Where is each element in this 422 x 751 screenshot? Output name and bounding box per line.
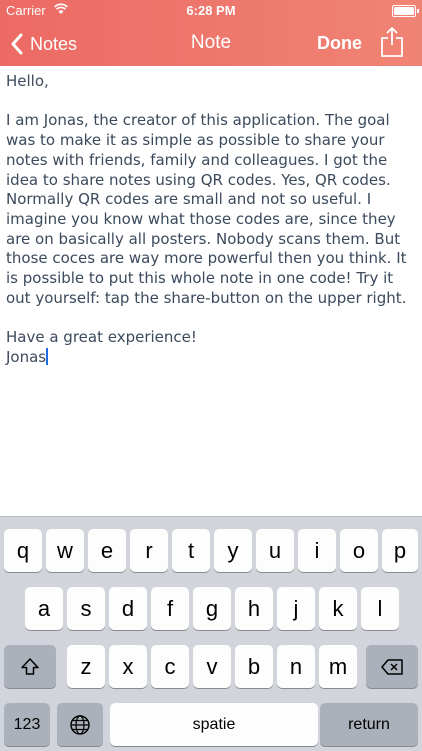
- globe-key[interactable]: [57, 703, 103, 746]
- key-n[interactable]: n: [277, 645, 315, 688]
- key-k[interactable]: k: [319, 587, 357, 630]
- note-text-area[interactable]: Hello, I am Jonas, the creator of this a…: [6, 72, 412, 368]
- status-time: 6:28 PM: [186, 3, 236, 18]
- key-f[interactable]: f: [151, 587, 189, 630]
- navigation-header: Carrier 6:28 PM Notes Note Done: [0, 0, 422, 66]
- status-bar: Carrier 6:28 PM: [0, 0, 422, 22]
- delete-key[interactable]: [366, 645, 418, 688]
- key-c[interactable]: c: [151, 645, 189, 688]
- key-o[interactable]: o: [340, 529, 378, 572]
- battery-icon: [392, 5, 419, 17]
- keyboard-row-4: 123 spatie return: [0, 703, 422, 746]
- text-caret: [46, 347, 48, 365]
- key-l[interactable]: l: [361, 587, 399, 630]
- key-x[interactable]: x: [109, 645, 147, 688]
- key-r[interactable]: r: [130, 529, 168, 572]
- back-label: Notes: [30, 33, 78, 54]
- keyboard-row-1: q w e r t y u i o p: [0, 529, 422, 572]
- back-button[interactable]: Notes: [10, 32, 77, 56]
- key-b[interactable]: b: [235, 645, 273, 688]
- key-i[interactable]: i: [298, 529, 336, 572]
- keyboard: q w e r t y u i o p a s d f g h j k l z …: [0, 516, 422, 751]
- key-d[interactable]: d: [109, 587, 147, 630]
- shift-key[interactable]: [4, 645, 56, 688]
- key-q[interactable]: q: [4, 529, 42, 572]
- done-button[interactable]: Done: [317, 33, 362, 54]
- key-t[interactable]: t: [172, 529, 210, 572]
- space-key[interactable]: spatie: [110, 703, 318, 746]
- keyboard-row-2: a s d f g h j k l: [0, 587, 422, 630]
- shift-arrow-icon: [21, 657, 39, 675]
- key-v[interactable]: v: [193, 645, 231, 688]
- backspace-icon: [381, 658, 403, 675]
- note-body: Hello, I am Jonas, the creator of this a…: [6, 72, 407, 366]
- key-j[interactable]: j: [277, 587, 315, 630]
- keyboard-row-3: z x c v b n m: [0, 645, 422, 688]
- numbers-key[interactable]: 123: [4, 703, 50, 746]
- key-g[interactable]: g: [193, 587, 231, 630]
- key-u[interactable]: u: [256, 529, 294, 572]
- key-m[interactable]: m: [319, 645, 357, 688]
- key-h[interactable]: h: [235, 587, 273, 630]
- key-p[interactable]: p: [382, 529, 418, 572]
- key-e[interactable]: e: [88, 529, 126, 572]
- key-w[interactable]: w: [46, 529, 84, 572]
- return-key[interactable]: return: [320, 703, 418, 746]
- key-z[interactable]: z: [67, 645, 105, 688]
- key-a[interactable]: a: [25, 587, 63, 630]
- nav-bar: Notes Note Done: [0, 22, 422, 66]
- globe-icon: [70, 714, 90, 735]
- chevron-left-icon: [11, 33, 23, 55]
- key-s[interactable]: s: [67, 587, 105, 630]
- key-y[interactable]: y: [214, 529, 252, 572]
- share-icon[interactable]: [380, 26, 404, 58]
